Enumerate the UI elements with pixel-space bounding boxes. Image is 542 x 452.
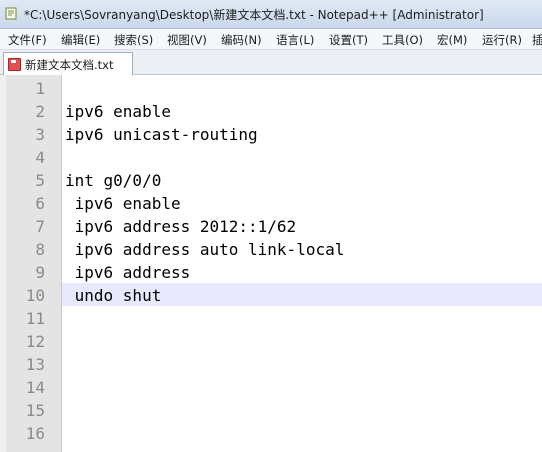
title-bar: *C:\Users\Sovranyang\Desktop\新建文本文档.txt … xyxy=(0,0,542,29)
menu-search[interactable]: 搜索(S) xyxy=(114,32,153,48)
editor-line[interactable]: 8 ipv6 address auto link-local xyxy=(0,238,542,261)
menu-plugins[interactable]: 插 xyxy=(532,32,542,48)
tab-label: 新建文本文档.txt xyxy=(25,58,114,72)
line-text[interactable]: ipv6 address auto link-local xyxy=(65,238,345,261)
line-number: 10 xyxy=(25,286,45,305)
menu-edit[interactable]: 编辑(E) xyxy=(61,32,100,48)
editor-line[interactable]: 16 xyxy=(0,422,542,445)
editor-line[interactable]: 5 int g0/0/0 xyxy=(0,169,542,192)
menu-run[interactable]: 运行(R) xyxy=(482,32,522,48)
line-number: 14 xyxy=(25,378,45,397)
line-text[interactable]: ipv6 unicast-routing xyxy=(65,123,258,146)
line-text[interactable]: ipv6 enable xyxy=(65,100,171,123)
editor-line[interactable]: 15 xyxy=(0,399,542,422)
line-number: 12 xyxy=(25,332,45,351)
line-number: 15 xyxy=(25,401,45,420)
menu-bar: 文件(F) 编辑(E) 搜索(S) 视图(V) 编码(N) 语言(L) 设置(T… xyxy=(0,29,542,50)
menu-macro[interactable]: 宏(M) xyxy=(437,32,467,48)
menu-language[interactable]: 语言(L) xyxy=(276,32,314,48)
line-number: 6 xyxy=(35,194,45,213)
line-number: 1 xyxy=(35,79,45,98)
line-text[interactable]: ipv6 enable xyxy=(65,192,181,215)
line-number: 2 xyxy=(35,102,45,121)
editor-line[interactable]: 4 xyxy=(0,146,542,169)
editor-line[interactable]: 13 xyxy=(0,353,542,376)
line-text[interactable]: ipv6 address xyxy=(65,261,191,284)
menu-encoding[interactable]: 编码(N) xyxy=(221,32,262,48)
editor[interactable]: 1 2 ipv6 enable 3 ipv6 unicast-routing 4 5 int … xyxy=(0,75,542,452)
editor-line[interactable]: 7 ipv6 address 2012::1/62 xyxy=(0,215,542,238)
line-number: 3 xyxy=(35,125,45,144)
editor-line[interactable]: 3 ipv6 unicast-routing xyxy=(0,123,542,146)
editor-line[interactable]: 11 xyxy=(0,307,542,330)
line-number: 7 xyxy=(35,217,45,236)
line-number: 9 xyxy=(35,263,45,282)
line-number: 8 xyxy=(35,240,45,259)
editor-line[interactable]: 2 ipv6 enable xyxy=(0,100,542,123)
menu-tools[interactable]: 工具(O) xyxy=(382,32,423,48)
menu-file[interactable]: 文件(F) xyxy=(8,32,47,48)
menu-view[interactable]: 视图(V) xyxy=(167,32,207,48)
tab-document[interactable]: 新建文本文档.txt xyxy=(3,52,133,75)
line-number: 11 xyxy=(25,309,45,328)
window-title: *C:\Users\Sovranyang\Desktop\新建文本文档.txt … xyxy=(24,8,484,22)
editor-line[interactable]: 9 ipv6 address xyxy=(0,261,542,284)
line-text[interactable]: undo shut xyxy=(65,284,162,307)
editor-line[interactable]: 12 xyxy=(0,330,542,353)
editor-line[interactable]: 10 undo shut xyxy=(0,284,542,307)
line-number: 16 xyxy=(25,424,45,443)
editor-line[interactable]: 1 xyxy=(0,77,542,100)
line-text[interactable]: int g0/0/0 xyxy=(65,169,161,192)
line-text[interactable]: ipv6 address 2012::1/62 xyxy=(65,215,297,238)
line-number: 5 xyxy=(35,171,45,190)
menu-settings[interactable]: 设置(T) xyxy=(329,32,368,48)
editor-line[interactable]: 6 ipv6 enable xyxy=(0,192,542,215)
line-number: 13 xyxy=(25,355,45,374)
notepadpp-icon xyxy=(5,7,17,20)
tab-strip: 新建文本文档.txt xyxy=(0,50,542,75)
line-number: 4 xyxy=(35,148,45,167)
unsaved-file-icon xyxy=(8,58,21,71)
editor-line[interactable]: 14 xyxy=(0,376,542,399)
